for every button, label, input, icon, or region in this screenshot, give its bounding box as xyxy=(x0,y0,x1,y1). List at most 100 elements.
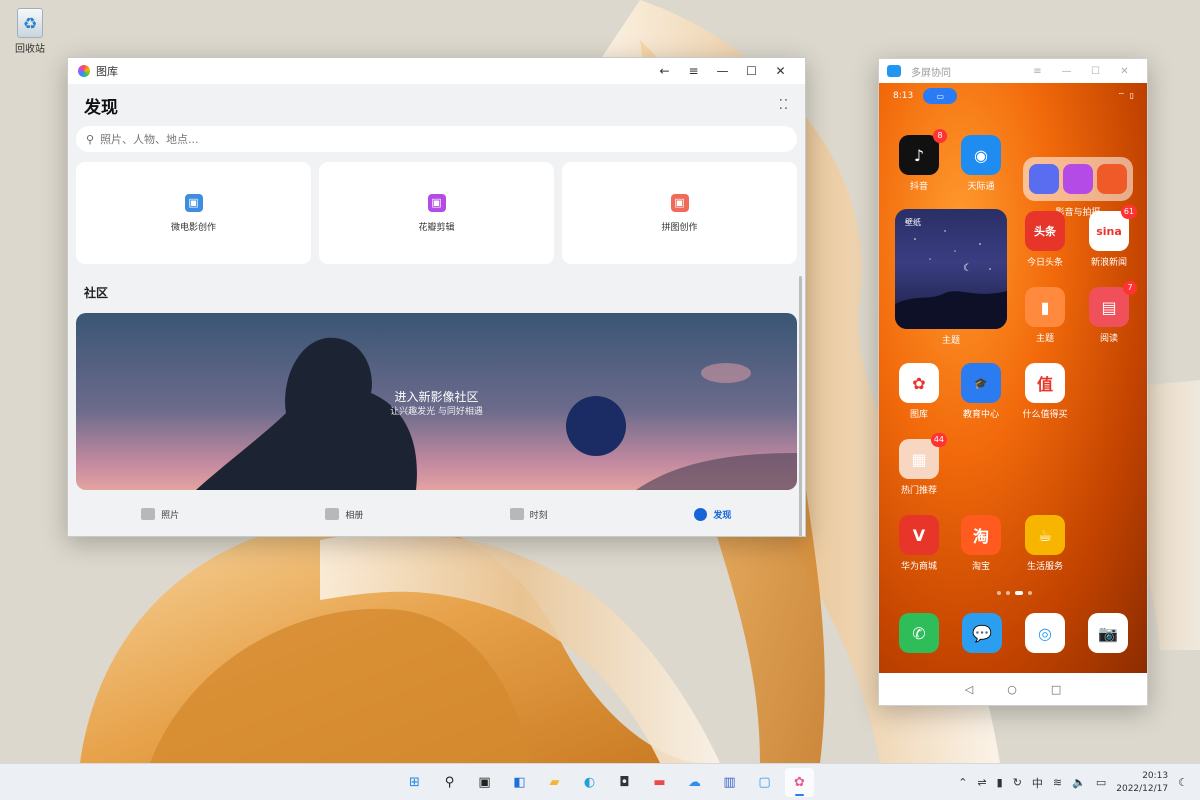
community-banner[interactable]: 进入新影像社区 让兴趣发光 与同好相遇 xyxy=(76,313,797,490)
taskbar-glyph: ◧ xyxy=(513,775,526,790)
dock-phone[interactable]: ✆ xyxy=(889,613,949,653)
more-options-icon[interactable]: ⁚⁚ xyxy=(779,98,789,113)
taskbar-app-red-icon[interactable]: ▬ xyxy=(645,768,674,797)
phone-app[interactable]: ▦ 44 热门推荐 xyxy=(889,433,949,496)
taskbar-widgets-icon[interactable]: ◧ xyxy=(505,768,534,797)
phone-app[interactable]: ☕ 生活服务 xyxy=(1015,515,1075,572)
wifi-icon[interactable]: ≋ xyxy=(1053,776,1062,789)
phone-app[interactable]: 头条 今日头条 xyxy=(1015,211,1075,268)
nav-back-icon[interactable]: ◁ xyxy=(965,683,973,696)
app-icon: ✿ xyxy=(899,363,939,403)
dock-browser[interactable]: ◎ xyxy=(1015,613,1075,653)
taskbar-glyph: ✿ xyxy=(794,775,805,790)
recycle-bin[interactable]: ♻ 回收站 xyxy=(10,8,50,55)
widget-label: 主题 xyxy=(941,336,960,346)
taskbar-start-icon[interactable]: ⊞ xyxy=(400,768,429,797)
nav-home-icon[interactable]: ○ xyxy=(1007,683,1017,696)
app-name: 抖音 xyxy=(909,182,928,192)
taskbar-glyph: ▣ xyxy=(478,775,491,790)
tab-photo[interactable]: 照片 xyxy=(68,492,252,536)
app-glyph: V xyxy=(912,525,926,545)
phone-app[interactable]: 值什么值得买 xyxy=(1015,363,1075,420)
tab-label: 时刻 xyxy=(529,510,548,521)
app-glyph: ▦ xyxy=(911,449,927,469)
gallery-titlebar[interactable]: 图库 ← ≡ — ☐ ✕ xyxy=(68,58,805,84)
app-name: 新浪新闻 xyxy=(1090,258,1127,268)
taskbar-task-view-icon[interactable]: ▣ xyxy=(470,768,499,797)
audio-app-icon[interactable]: ▮ xyxy=(997,776,1003,789)
taskbar-cloud-icon[interactable]: ☁ xyxy=(680,768,709,797)
search-input[interactable] xyxy=(100,132,787,146)
close-icon[interactable]: ✕ xyxy=(1110,66,1139,77)
phone-app[interactable]: ▮ 主题 xyxy=(1015,287,1075,344)
banner-subtitle: 让兴趣发光 与同好相遇 xyxy=(390,407,483,417)
phone-app[interactable]: ♪ 8 抖音 xyxy=(889,129,949,192)
volume-icon[interactable]: 🔈 xyxy=(1072,776,1086,789)
app-icon: ▤ 7 xyxy=(1089,281,1137,327)
notification-icon[interactable]: ☾ xyxy=(1178,776,1188,789)
ime-indicator[interactable]: 中 xyxy=(1032,775,1043,791)
phone-app[interactable]: V 华为商城 xyxy=(889,515,949,572)
taskbar-gallery-icon[interactable]: ✿ xyxy=(785,768,814,797)
taskbar-store-icon[interactable]: ◘ xyxy=(610,768,639,797)
tab-discover[interactable]: 发现 xyxy=(621,492,805,536)
taskbar-glyph: ◐ xyxy=(583,775,596,790)
back-arrow-icon[interactable]: ← xyxy=(650,58,679,84)
taskbar-search-icon[interactable]: ⚲ xyxy=(435,768,464,797)
theme-widget[interactable]: 壁纸 ☾ xyxy=(895,209,1007,329)
app-icon: ☕ xyxy=(1025,515,1065,555)
phone-app[interactable]: ▤ 7 阅读 xyxy=(1079,281,1139,344)
taskbar-edge-icon[interactable]: ◐ xyxy=(575,768,604,797)
minimize-icon[interactable]: — xyxy=(708,58,737,84)
nav-recent-icon[interactable]: □ xyxy=(1051,683,1061,696)
app-glyph: ◉ xyxy=(974,145,988,165)
app-glyph: ☕ xyxy=(1037,525,1053,545)
multi-screen-titlebar[interactable]: 多屏协同 ≡ — ☐ ✕ xyxy=(879,59,1147,83)
collab-pill[interactable]: ▭ xyxy=(923,88,958,104)
battery-icon[interactable]: ▭ xyxy=(1096,776,1106,789)
dock-glyph: ◎ xyxy=(1038,623,1052,643)
camera-icon: 📷 xyxy=(1088,613,1128,653)
clock[interactable]: 20:13 2022/12/17 xyxy=(1116,770,1168,796)
taskbar-explorer-icon[interactable]: ▰ xyxy=(540,768,569,797)
tab-star[interactable]: 时刻 xyxy=(437,492,621,536)
menu-icon[interactable]: ≡ xyxy=(679,58,708,84)
phone-app[interactable]: ✿ 图库 xyxy=(889,363,949,420)
phone-app[interactable]: 🎓 教育中心 xyxy=(951,363,1011,420)
dock-camera[interactable]: 📷 xyxy=(1078,613,1138,653)
dock-messages[interactable]: 💬 xyxy=(952,613,1012,653)
menu-icon[interactable]: ≡ xyxy=(1023,66,1052,77)
taskbar-glyph: ▬ xyxy=(653,775,666,790)
app-name: 生活服务 xyxy=(1026,562,1063,572)
chevron-up-icon[interactable]: ⌃ xyxy=(958,776,967,789)
gallery-app-icon xyxy=(78,65,90,77)
feature-card[interactable]: ▣ 花瓣剪辑 xyxy=(319,162,554,264)
minimize-icon[interactable]: — xyxy=(1052,66,1081,77)
taskbar-monitor-icon[interactable]: ▥ xyxy=(715,768,744,797)
app-glyph: 值 xyxy=(1036,375,1053,394)
tab-album[interactable]: 相册 xyxy=(252,492,436,536)
taskbar-multiscreen-icon[interactable]: ▢ xyxy=(750,768,779,797)
night-sky-illustration xyxy=(895,230,1007,329)
maximize-icon[interactable]: ☐ xyxy=(1081,66,1110,77)
dock-glyph: ✆ xyxy=(912,623,926,643)
phone-app[interactable]: 淘淘宝 xyxy=(951,515,1011,572)
sync-icon[interactable]: ↻ xyxy=(1013,776,1022,789)
app-glyph: sina xyxy=(1096,224,1122,238)
gallery-window: 图库 ← ≡ — ☐ ✕ 发现 ⁚⁚ ⚲ ▣ 微电影创作 ▣ 花瓣剪辑 ▣ 拼图创作 社区… xyxy=(67,57,806,537)
media-folder[interactable] xyxy=(1023,157,1133,201)
app-name: 华为商城 xyxy=(900,562,937,572)
camera-app-icon xyxy=(1097,164,1127,194)
taskbar-glyph: ⊞ xyxy=(409,775,420,790)
close-icon[interactable]: ✕ xyxy=(766,58,795,84)
feature-card[interactable]: ▣ 拼图创作 xyxy=(562,162,797,264)
phone-app[interactable]: ◉ 天际通 xyxy=(951,135,1011,192)
search-bar[interactable]: ⚲ xyxy=(76,126,797,152)
taskbar-glyph: ◘ xyxy=(619,775,630,790)
app-icon: 值 xyxy=(1025,363,1065,403)
notification-badge: 7 xyxy=(1123,281,1137,295)
phone-app[interactable]: sina 61 新浪新闻 xyxy=(1079,205,1139,268)
feature-card[interactable]: ▣ 微电影创作 xyxy=(76,162,311,264)
settings-sliders-icon[interactable]: ⇌ xyxy=(977,776,986,789)
maximize-icon[interactable]: ☐ xyxy=(737,58,766,84)
